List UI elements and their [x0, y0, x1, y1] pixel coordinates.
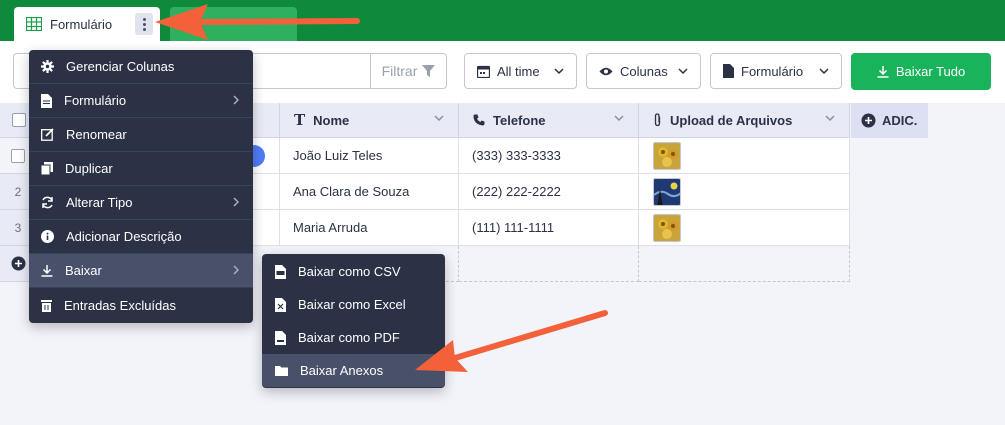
table-icon	[26, 17, 42, 31]
submenu-item-attachments[interactable]: Baixar Anexos	[262, 354, 445, 387]
empty-cell[interactable]	[639, 246, 850, 282]
submenu-item-csv[interactable]: Baixar como CSV	[262, 255, 445, 288]
info-icon	[41, 230, 54, 243]
plus-circle-icon	[861, 113, 876, 128]
download-all-label: Baixar Tudo	[895, 64, 966, 79]
table-cell-phone[interactable]: (222) 222-2222	[459, 174, 639, 210]
table-cell-name[interactable]: João Luiz Teles	[280, 138, 459, 174]
chevron-down-icon	[554, 68, 564, 74]
menu-item-rename[interactable]: Renomear	[29, 118, 253, 152]
menu-item-label: Formulário	[64, 93, 127, 108]
download-submenu: Baixar como CSV Baixar como Excel Baixar…	[262, 254, 445, 388]
add-column-label: ADIC.	[882, 113, 918, 128]
filter-label: Filtrar	[381, 63, 418, 79]
column-header-label: Nome	[313, 112, 350, 128]
menu-item-form[interactable]: Formulário	[29, 84, 253, 118]
table-cell-upload[interactable]	[639, 210, 850, 246]
tab-secondary[interactable]	[170, 7, 297, 41]
chevron-down-icon[interactable]	[825, 115, 835, 121]
menu-item-label: Renomear	[66, 127, 127, 142]
document-icon	[723, 64, 734, 78]
chevron-down-icon	[678, 68, 688, 74]
menu-item-label: Gerenciar Colunas	[66, 59, 175, 74]
menu-item-change-type[interactable]: Alterar Tipo	[29, 186, 253, 220]
checkbox-icon[interactable]	[11, 148, 25, 163]
csv-file-icon	[275, 264, 286, 279]
paperclip-icon	[654, 113, 661, 127]
excel-file-icon	[275, 297, 286, 312]
filter-button[interactable]: Filtrar	[370, 54, 446, 88]
table-cell-phone[interactable]: (333) 333-3333	[459, 138, 639, 174]
sunflowers-thumbnail-image[interactable]	[653, 141, 681, 170]
submenu-item-excel[interactable]: Baixar como Excel	[262, 288, 445, 321]
menu-item-label: Alterar Tipo	[66, 195, 133, 210]
empty-cell[interactable]	[459, 246, 639, 282]
columns-label: Colunas	[620, 63, 668, 79]
trash-icon	[41, 299, 52, 312]
menu-item-deleted-entries[interactable]: Entradas Excluídas	[29, 288, 253, 322]
menu-item-label: Baixar	[65, 263, 102, 278]
checkbox-icon[interactable]	[12, 113, 26, 127]
calendar-icon	[477, 65, 490, 78]
chevron-down-icon[interactable]	[614, 115, 624, 121]
refresh-icon	[42, 196, 53, 209]
form-dropdown[interactable]: Formulário	[710, 53, 842, 89]
starry-night-thumbnail-image[interactable]	[653, 177, 681, 206]
submenu-item-label: Baixar Anexos	[300, 363, 384, 378]
menu-item-duplicate[interactable]: Duplicar	[29, 152, 253, 186]
filter-icon	[422, 64, 436, 77]
edit-icon	[41, 128, 54, 141]
form-dropdown-label: Formulário	[741, 63, 804, 79]
tab-context-menu: Gerenciar Colunas Formulário Renomear Du…	[29, 50, 253, 323]
eye-icon	[599, 67, 613, 75]
kebab-menu-icon[interactable]	[135, 13, 153, 35]
table-cell-name[interactable]: Ana Clara de Souza	[280, 174, 459, 210]
plus-circle-icon	[11, 256, 25, 271]
column-header-label: Upload de Arquivos	[670, 112, 793, 128]
menu-item-label: Entradas Excluídas	[64, 297, 177, 313]
column-header-nome[interactable]: T Nome	[280, 103, 459, 138]
chevron-down-icon[interactable]	[434, 115, 444, 121]
download-icon	[877, 65, 889, 78]
date-range-dropdown[interactable]: All time	[464, 53, 577, 89]
tab-formulario[interactable]: Formulário	[14, 7, 160, 41]
tab-label: Formulário	[50, 16, 113, 32]
copy-icon	[41, 162, 53, 175]
table-cell-upload[interactable]	[639, 138, 850, 174]
column-header-telefone[interactable]: Telefone	[459, 103, 639, 138]
menu-item-download[interactable]: Baixar	[29, 254, 253, 288]
gear-icon	[41, 60, 54, 73]
chevron-right-icon	[233, 197, 239, 207]
column-header-upload[interactable]: Upload de Arquivos	[639, 103, 850, 138]
menu-item-label: Duplicar	[65, 161, 113, 176]
menu-item-label: Adicionar Descrição	[66, 229, 182, 244]
chevron-right-icon	[233, 95, 239, 105]
document-icon	[41, 93, 52, 108]
submenu-item-label: Baixar como PDF	[298, 330, 400, 345]
chevron-down-icon	[819, 68, 829, 74]
chevron-right-icon	[233, 265, 239, 275]
columns-dropdown[interactable]: Colunas	[586, 53, 701, 89]
download-all-button[interactable]: Baixar Tudo	[851, 53, 991, 90]
submenu-item-pdf[interactable]: Baixar como PDF	[262, 321, 445, 354]
add-column-button[interactable]: ADIC.	[851, 103, 928, 138]
submenu-item-label: Baixar como CSV	[298, 264, 401, 279]
top-bar: Formulário	[0, 0, 1005, 41]
phone-icon	[473, 114, 485, 126]
menu-item-add-description[interactable]: Adicionar Descrição	[29, 220, 253, 254]
folder-icon	[275, 366, 288, 376]
column-header-label: Telefone	[493, 112, 546, 128]
sunflowers-thumbnail-image[interactable]	[653, 213, 681, 242]
menu-item-manage-columns[interactable]: Gerenciar Colunas	[29, 50, 253, 84]
date-range-label: All time	[497, 63, 540, 79]
table-cell-name[interactable]: Maria Arruda	[280, 210, 459, 246]
submenu-item-label: Baixar como Excel	[298, 297, 406, 312]
text-icon: T	[294, 111, 306, 129]
table-cell-upload[interactable]	[639, 174, 850, 210]
pdf-file-icon	[275, 330, 286, 345]
table-cell-phone[interactable]: (111) 111-1111	[459, 210, 639, 246]
download-icon	[41, 264, 53, 277]
